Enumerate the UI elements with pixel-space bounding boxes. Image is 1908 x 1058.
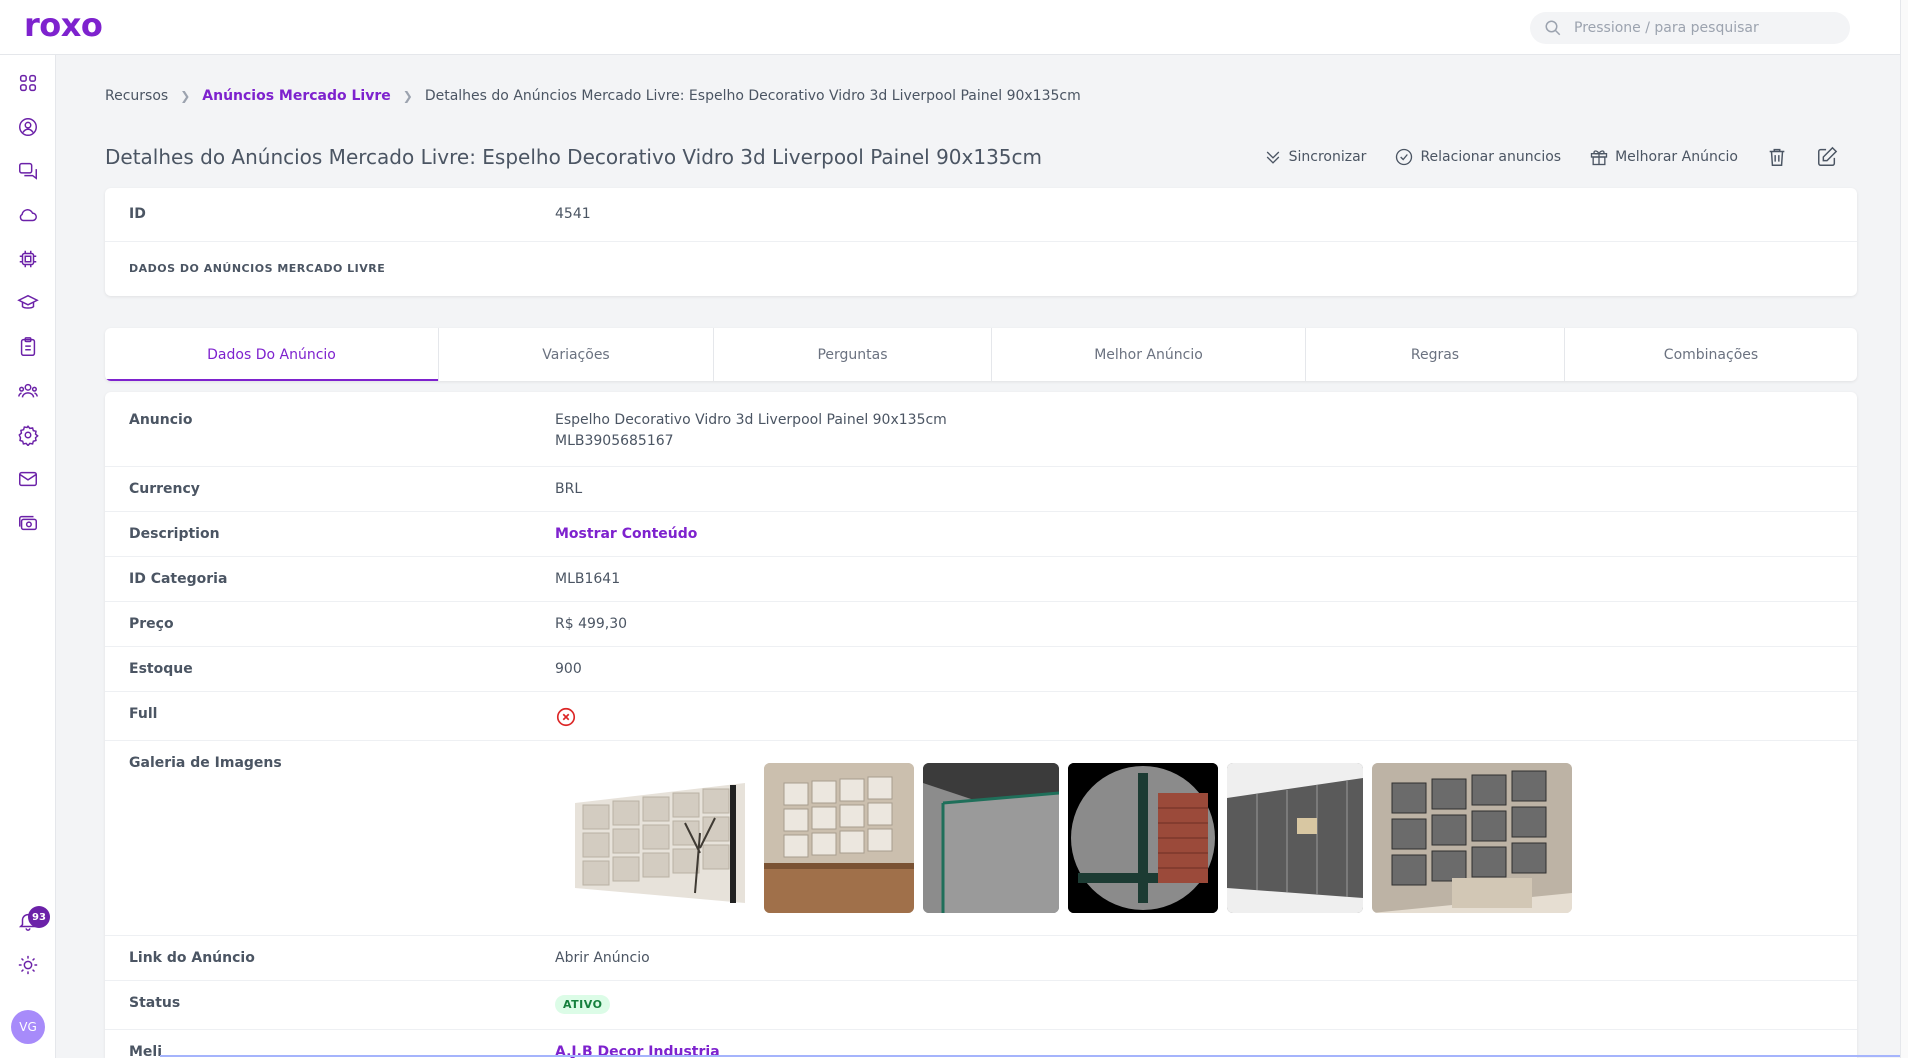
row-currency: Currency BRL	[105, 467, 1857, 512]
tab-melhor-anuncio[interactable]: Melhor Anúncio	[992, 328, 1306, 381]
dashboard-icon[interactable]	[16, 71, 40, 95]
gear-icon[interactable]	[16, 423, 40, 447]
preco-label: Preço	[129, 616, 174, 632]
row-estoque: Estoque 900	[105, 647, 1857, 692]
link-label: Link do Anúncio	[129, 950, 255, 966]
tab-dados[interactable]: Dados Do Anúncio	[105, 328, 439, 381]
tab-variacoes[interactable]: Variações	[439, 328, 714, 381]
breadcrumb-resources[interactable]: Recursos	[105, 88, 168, 104]
description-label: Description	[129, 526, 220, 542]
breadcrumb: Recursos ❯ Anúncios Mercado Livre ❯ Deta…	[105, 88, 1081, 104]
anuncio-label: Anuncio	[129, 412, 193, 428]
detail-card: Anuncio Espelho Decorativo Vidro 3d Live…	[105, 392, 1857, 1058]
anuncio-code: MLB3905685167	[555, 433, 674, 449]
row-categoria: ID Categoria MLB1641	[105, 557, 1857, 602]
gallery-image[interactable]	[555, 763, 755, 913]
clipboard-icon[interactable]	[16, 335, 40, 359]
chat-icon[interactable]	[16, 159, 40, 183]
id-value: 4541	[555, 206, 591, 222]
section-heading: DADOS DO ANÚNCIOS MERCADO LIVRE	[129, 262, 386, 275]
estoque-label: Estoque	[129, 661, 193, 677]
gift-icon	[1590, 150, 1608, 166]
relate-button[interactable]: Relacionar anuncios	[1394, 147, 1561, 167]
relate-label: Relacionar anuncios	[1420, 149, 1562, 165]
chevron-right-icon: ❯	[180, 89, 191, 103]
row-status: Status ATIVO	[105, 981, 1857, 1030]
money-icon[interactable]	[16, 511, 40, 535]
estoque-value: 900	[555, 661, 582, 677]
graduation-cap-icon[interactable]	[16, 291, 40, 315]
scrollbar[interactable]	[1900, 0, 1908, 1058]
row-link: Link do Anúncio Abrir Anúncio	[105, 936, 1857, 981]
section-heading-row: DADOS DO ANÚNCIOS MERCADO LIVRE	[105, 242, 1857, 296]
improve-button[interactable]: Melhorar Anúncio	[1589, 147, 1738, 167]
currency-label: Currency	[129, 481, 200, 497]
gallery-image[interactable]	[923, 763, 1059, 913]
tab-perguntas[interactable]: Perguntas	[714, 328, 992, 381]
app-logo[interactable]: roxo	[24, 6, 103, 44]
users-icon[interactable]	[16, 379, 40, 403]
page-actions: Sincronizar Relacionar anuncios Melhorar…	[1235, 146, 1838, 168]
row-description: Description Mostrar Conteúdo	[105, 512, 1857, 557]
sync-label: Sincronizar	[1288, 149, 1367, 165]
check-circle-icon	[1396, 148, 1413, 166]
x-circle-icon	[555, 706, 577, 732]
meli-label: Meli	[129, 1044, 163, 1058]
tab-combinacoes[interactable]: Combinações	[1565, 328, 1857, 381]
row-full: Full	[105, 692, 1857, 741]
trash-icon	[1769, 148, 1785, 166]
tabs: Dados Do Anúncio Variações Perguntas Mel…	[105, 328, 1857, 381]
edit-icon	[1818, 146, 1838, 166]
improve-label: Melhorar Anúncio	[1615, 149, 1738, 165]
mail-icon[interactable]	[16, 467, 40, 491]
row-preco: Preço R$ 499,30	[105, 602, 1857, 647]
image-gallery	[555, 763, 1581, 913]
chevron-right-icon: ❯	[402, 89, 413, 103]
cloud-icon[interactable]	[16, 203, 40, 227]
summary-card: ID 4541 DADOS DO ANÚNCIOS MERCADO LIVRE	[105, 188, 1857, 296]
gallery-image[interactable]	[1227, 763, 1363, 913]
sidebar: 93 VG	[0, 55, 56, 1058]
double-chevron-down-icon	[1266, 151, 1279, 164]
full-label: Full	[129, 706, 158, 722]
row-meli: Meli A.J.B Decor Industria	[105, 1030, 1857, 1058]
search-icon	[1545, 20, 1561, 36]
edit-button[interactable]	[1816, 146, 1838, 168]
user-circle-icon[interactable]	[16, 115, 40, 139]
preco-value: R$ 499,30	[555, 616, 628, 632]
search-input[interactable]: Pressione / para pesquisar	[1574, 20, 1759, 36]
status-label: Status	[129, 995, 181, 1011]
notification-badge: 93	[28, 906, 50, 928]
gallery-image[interactable]	[1068, 763, 1218, 913]
anuncio-title: Espelho Decorativo Vidro 3d Liverpool Pa…	[555, 412, 947, 428]
categoria-value: MLB1641	[555, 571, 621, 587]
avatar[interactable]: VG	[11, 1010, 45, 1044]
breadcrumb-anuncios[interactable]: Anúncios Mercado Livre	[202, 88, 391, 104]
top-bar: roxo Pressione / para pesquisar	[0, 0, 1908, 55]
page-title: Detalhes do Anúncios Mercado Livre: Espe…	[105, 145, 1043, 169]
breadcrumb-current: Detalhes do Anúncios Mercado Livre: Espe…	[424, 88, 1081, 104]
categoria-label: ID Categoria	[129, 571, 228, 587]
gallery-image[interactable]	[1372, 763, 1572, 913]
tab-regras[interactable]: Regras	[1306, 328, 1565, 381]
sun-icon[interactable]	[16, 953, 40, 977]
id-row: ID 4541	[105, 188, 1857, 242]
id-label: ID	[129, 206, 146, 222]
galeria-label: Galeria de Imagens	[129, 755, 282, 771]
show-content-link[interactable]: Mostrar Conteúdo	[555, 526, 697, 542]
status-badge: ATIVO	[555, 995, 611, 1014]
search-bar[interactable]: Pressione / para pesquisar	[1530, 12, 1850, 44]
row-anuncio: Anuncio Espelho Decorativo Vidro 3d Live…	[105, 392, 1857, 467]
status-badge-text: ATIVO	[555, 995, 611, 1014]
sync-button[interactable]: Sincronizar	[1263, 147, 1367, 167]
chip-icon[interactable]	[16, 247, 40, 271]
gallery-image[interactable]	[764, 763, 914, 913]
open-listing-link[interactable]: Abrir Anúncio	[555, 950, 650, 966]
currency-value: BRL	[555, 481, 583, 497]
delete-button[interactable]	[1766, 146, 1788, 168]
bottom-divider	[160, 1055, 1908, 1057]
